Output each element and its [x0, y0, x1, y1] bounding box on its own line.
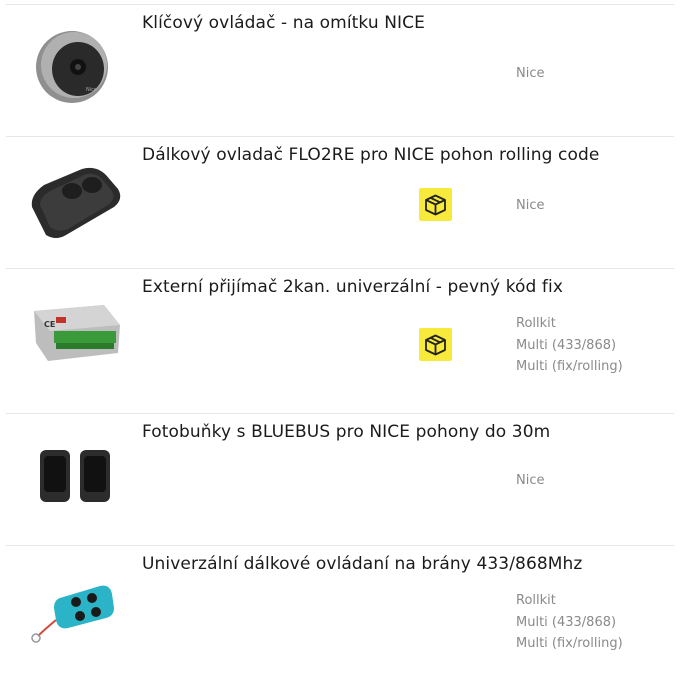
- box-icon: [419, 328, 452, 361]
- product-image-photocells[interactable]: [26, 426, 126, 526]
- product-image-remote[interactable]: [26, 155, 126, 255]
- product-row[interactable]: Nice Klíčový ovládač - na omítku NICE Ni…: [6, 4, 674, 137]
- attribute: Multi (433/868): [516, 614, 617, 630]
- product-attributes: Nice: [516, 470, 544, 492]
- attribute: Nice: [516, 473, 545, 488]
- product-attributes: Rollkit Multi (433/868) Multi (fix/rolli…: [516, 313, 623, 378]
- product-row[interactable]: Dálkový ovladač FLO2RE pro NICE pohon ro…: [6, 136, 674, 269]
- product-image-key-switch[interactable]: Nice: [26, 19, 126, 119]
- product-title[interactable]: Externí přijímač 2kan. univerzální - pev…: [142, 277, 563, 297]
- attribute: Rollkit: [516, 316, 556, 331]
- attribute: Nice: [516, 66, 545, 81]
- product-attributes: Rollkit Multi (433/868) Multi (fix/rolli…: [516, 590, 623, 655]
- product-row[interactable]: Univerzální dálkové ovládaní na brány 43…: [6, 545, 674, 686]
- product-row[interactable]: Fotobuňky s BLUEBUS pro NICE pohony do 3…: [6, 413, 674, 546]
- product-row[interactable]: CE Externí přijímač 2kan. univerzální - …: [6, 268, 674, 414]
- product-title[interactable]: Univerzální dálkové ovládaní na brány 43…: [142, 554, 582, 574]
- attribute: Multi (fix/rolling): [516, 359, 623, 374]
- product-image-receiver[interactable]: CE: [26, 291, 126, 391]
- product-title[interactable]: Fotobuňky s BLUEBUS pro NICE pohony do 3…: [142, 422, 550, 442]
- attribute: Multi (fix/rolling): [516, 636, 623, 651]
- product-title[interactable]: Klíčový ovládač - na omítku NICE: [142, 13, 425, 33]
- box-icon: [419, 188, 452, 221]
- attribute: Rollkit: [516, 593, 556, 608]
- svg-text:CE: CE: [44, 320, 55, 329]
- attribute: Multi (433/868): [516, 337, 617, 353]
- attribute: Nice: [516, 198, 545, 213]
- product-title[interactable]: Dálkový ovladač FLO2RE pro NICE pohon ro…: [142, 145, 599, 165]
- product-attributes: Nice: [516, 63, 544, 85]
- svg-text:Nice: Nice: [86, 87, 97, 93]
- product-attributes: Nice: [516, 195, 544, 217]
- product-image-keyfob[interactable]: [26, 572, 126, 672]
